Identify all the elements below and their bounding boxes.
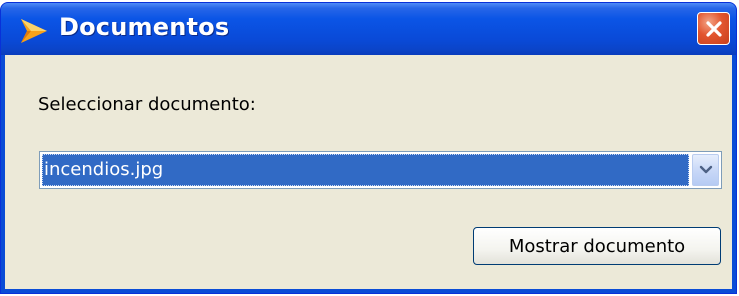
window-title: Documentos xyxy=(59,13,230,41)
show-document-button[interactable]: Mostrar documento xyxy=(473,227,721,265)
select-document-label: Seleccionar documento: xyxy=(38,94,256,115)
close-icon xyxy=(705,20,722,37)
close-button[interactable] xyxy=(697,12,730,45)
chevron-down-icon xyxy=(699,165,712,174)
dialog-window: Documentos Seleccionar documento: incend… xyxy=(0,2,737,294)
document-select[interactable]: incendios.jpg xyxy=(39,151,722,189)
app-arrow-icon xyxy=(19,17,49,45)
title-bar[interactable]: Documentos xyxy=(1,3,736,55)
selected-document-value[interactable]: incendios.jpg xyxy=(42,154,689,186)
dropdown-button[interactable] xyxy=(692,154,719,186)
dialog-content: Seleccionar documento: incendios.jpg Mos… xyxy=(5,55,732,289)
